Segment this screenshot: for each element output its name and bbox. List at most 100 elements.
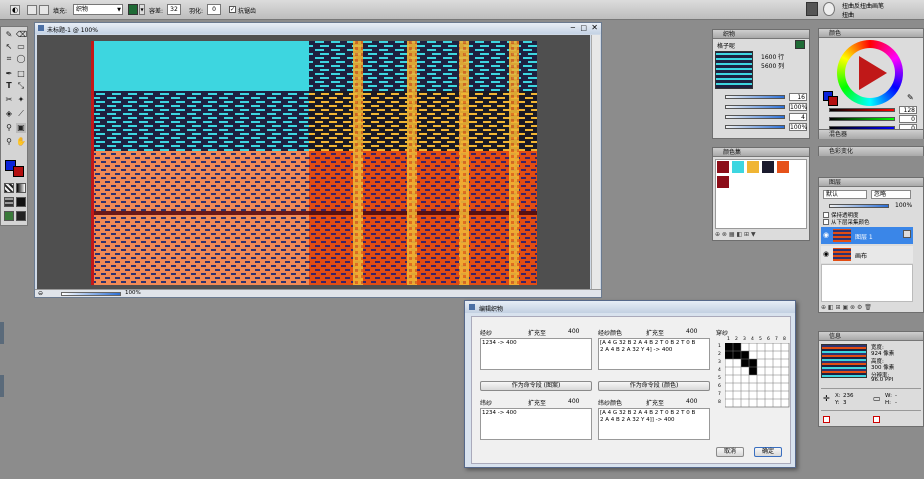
minimize-icon[interactable]: ─ [571, 24, 575, 32]
lock-icon[interactable] [903, 230, 911, 238]
pen-tool-icon[interactable]: ✒ [4, 69, 14, 79]
color-wheel[interactable] [837, 40, 903, 106]
fabric-panel-title[interactable]: 织物 [713, 30, 809, 39]
tieup-grid[interactable] [725, 343, 790, 408]
fill-source-icon[interactable] [39, 5, 49, 15]
weave-canvas [91, 41, 537, 285]
nozzle-icon[interactable] [4, 211, 14, 221]
dropper-tool-icon[interactable]: ⟋ [16, 109, 26, 119]
fabric-slider-1[interactable] [725, 95, 785, 99]
secondary-color-chip[interactable] [828, 96, 838, 106]
fill-select[interactable]: 织物 ▼ [73, 4, 123, 15]
antialias-checkbox[interactable]: ✓ [229, 6, 236, 13]
magic-wand-icon[interactable]: ✦ [16, 95, 26, 105]
swatch-red[interactable] [717, 161, 729, 173]
brush-variant-icon[interactable] [823, 2, 835, 16]
maximize-icon[interactable]: □ [580, 24, 587, 32]
eyedropper-icon[interactable]: ✎ [907, 93, 914, 102]
fabric-value-3[interactable]: 4 [789, 113, 807, 121]
color-readout-2[interactable]: 0 [899, 115, 917, 123]
fabric-slider-4[interactable] [725, 125, 785, 129]
fabric-slider-3[interactable] [725, 115, 785, 119]
swatch-dark[interactable] [762, 161, 774, 173]
zoom-out-icon[interactable]: ⊖ [38, 290, 43, 297]
eraser-tool-icon[interactable]: ⌫ [16, 30, 27, 40]
mixer-title[interactable]: 混色器 [819, 130, 923, 139]
info-panel-title[interactable]: 信息 [819, 332, 923, 341]
clone-tool-icon[interactable]: ⚲ [4, 123, 14, 133]
feather-input[interactable]: 0 [207, 4, 221, 15]
tieup-col-num: 3 [743, 337, 746, 342]
ok-button[interactable]: 确定 [754, 447, 782, 457]
scissors-tool-icon[interactable]: ✂ [4, 95, 14, 105]
crop-tool-icon[interactable]: ⌗ [4, 54, 14, 64]
eye-icon[interactable]: ◉ [823, 231, 829, 239]
swatch-maroon[interactable] [717, 176, 729, 188]
vertical-scrollbar[interactable] [591, 35, 600, 289]
composite-select[interactable]: 忽略 [871, 190, 911, 199]
color-set-tool-icon[interactable]: ⊕ ⊗ ▦ ◧ ⊞ ▼ [715, 231, 756, 238]
fabric-value-4[interactable]: 100% [789, 123, 807, 131]
brush-category-icon[interactable] [806, 2, 818, 16]
tieup-col-num: 5 [759, 337, 762, 342]
shape-select-icon[interactable]: ⤡ [16, 81, 26, 91]
look-icon[interactable] [16, 197, 26, 207]
mixer-panel-header[interactable]: 混色器 [818, 129, 924, 139]
color-variation-title[interactable]: 色彩变化 [819, 147, 923, 156]
weft-textarea[interactable]: 1234 -> 400 [480, 408, 592, 440]
make-pattern-button[interactable]: 作为命令段 (图案) [480, 381, 592, 391]
additional-color-swatch[interactable] [13, 166, 24, 177]
antialias-label: 抗锯齿 [238, 8, 257, 15]
paper-icon[interactable] [16, 211, 26, 221]
fabric-swatch-arrow[interactable]: ▼ [139, 4, 145, 15]
layer-opacity-slider[interactable] [829, 204, 889, 208]
color-variation-header[interactable]: 色彩变化 [818, 146, 924, 156]
swatch-yellow[interactable] [747, 161, 759, 173]
color-panel-title[interactable]: 颜色 [819, 29, 923, 38]
weft-expand-label: 扩充至 [528, 400, 547, 407]
make-color-button[interactable]: 作为命令段 (颜色) [598, 381, 710, 391]
fabric-swatch[interactable] [128, 4, 138, 15]
swatch-cyan[interactable] [732, 161, 744, 173]
swatch-orange[interactable] [777, 161, 789, 173]
shape-tool-icon[interactable]: □ [16, 69, 26, 79]
fill-label: 填充: [53, 8, 68, 15]
preserve-transparency-checkbox[interactable] [823, 212, 829, 218]
warp-colors-textarea[interactable]: [A 4 G 32 B 2 A 4 B 2 T 0 B 2 T 0 B 2 A … [598, 338, 710, 370]
color-slider-g[interactable] [829, 117, 895, 121]
zoom-slider[interactable] [61, 292, 121, 296]
fabric-library-icon[interactable] [795, 40, 805, 49]
layer-tool-icon[interactable]: ⊕ ◧ ⊞ ▣ ⊗ ⚙ 🗑 [821, 304, 872, 311]
lasso-tool-icon[interactable]: ◯ [16, 54, 26, 64]
pattern-icon[interactable] [4, 183, 14, 193]
fabric-value-1[interactable]: 16 [789, 93, 807, 101]
zoom-tool-icon[interactable]: ⚲ [4, 137, 14, 147]
rubber-stamp-icon[interactable]: ▣ [16, 123, 26, 133]
cancel-button[interactable]: 取消 [716, 447, 744, 457]
close-icon[interactable]: ✕ [591, 23, 598, 32]
text-tool-icon[interactable]: T [4, 81, 14, 91]
layers-panel-title[interactable]: 图层 [819, 178, 923, 187]
layer-adjuster-icon[interactable]: ↖ [4, 42, 14, 52]
tolerance-input[interactable]: 32 [167, 4, 181, 15]
rect-select-icon[interactable]: ▭ [16, 42, 26, 52]
weave-icon[interactable] [4, 197, 14, 207]
paint-bucket-tool-icon[interactable]: ◈ [4, 109, 14, 119]
color-slider-r[interactable] [829, 108, 895, 112]
pick-up-color-checkbox[interactable] [823, 219, 829, 225]
brush-tool-icon[interactable]: ✎ [4, 30, 14, 40]
layer-row-1[interactable]: ◉ 图层 1 [821, 227, 913, 244]
weft-colors-textarea[interactable]: [A 4 G 32 B 2 A 4 B 2 T 0 B 2 T 0 B 2 A … [598, 408, 710, 440]
warp-textarea[interactable]: 1234 -> 400 [480, 338, 592, 370]
fabric-value-2[interactable]: 100% [789, 103, 807, 111]
fabric-slider-2[interactable] [725, 105, 785, 109]
eye-icon[interactable]: ◉ [823, 250, 829, 258]
fill-mode-icon[interactable] [27, 5, 37, 15]
gradient-icon[interactable] [16, 183, 26, 193]
color-readout-1[interactable]: 128 [899, 106, 917, 114]
blend-mode-select[interactable]: 默认 [823, 190, 867, 199]
layer-row-2[interactable]: ◉ 画布 [821, 246, 913, 263]
paint-bucket-icon[interactable]: ◐ [10, 5, 20, 15]
color-set-title[interactable]: 颜色集 [713, 148, 809, 157]
hand-tool-icon[interactable]: ✋ [16, 137, 26, 147]
